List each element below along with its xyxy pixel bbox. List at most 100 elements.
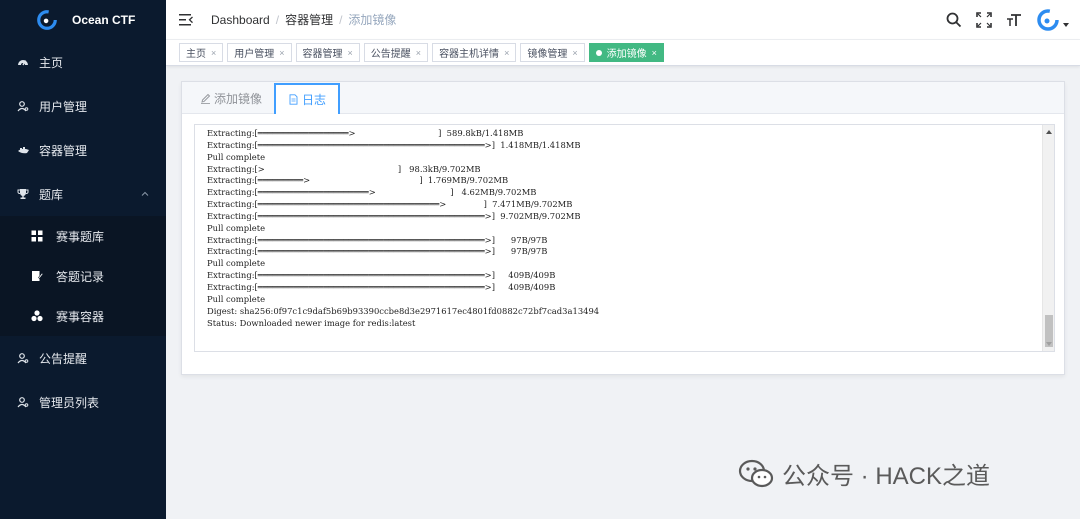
- tag-label: 容器主机详情: [439, 49, 500, 60]
- log-line: Pull complete: [207, 293, 266, 304]
- sidebar-item-event-questions[interactable]: 赛事题库: [0, 216, 166, 256]
- sidebar-item-label: 容器管理: [39, 143, 88, 158]
- sidebar-item-users[interactable]: 用户管理: [0, 84, 166, 128]
- scroll-down-icon[interactable]: [1045, 340, 1053, 348]
- sidebar-item-label: 赛事题库: [56, 229, 105, 244]
- cluster-icon: [30, 309, 44, 323]
- tag-add-image[interactable]: 添加镜像 ×: [588, 43, 664, 62]
- log-line: Pull complete: [207, 151, 266, 162]
- sidebar-menu: 主页 用户管理 容器管理 题库: [0, 40, 166, 216]
- dashboard-icon: [16, 55, 30, 69]
- sidebar-item-label: 赛事容器: [56, 309, 105, 324]
- font-size-icon[interactable]: [1006, 12, 1022, 28]
- chevron-up-icon: [141, 191, 149, 196]
- tab-label: 日志: [302, 93, 327, 107]
- log-lines: Extracting:[══════════════════> ] 589.8k…: [195, 125, 1054, 329]
- search-icon[interactable]: [946, 12, 962, 28]
- log-line: Status: Downloaded newer image for redis…: [207, 317, 416, 328]
- container-icon: [16, 143, 30, 157]
- breadcrumb-separator: /: [275, 12, 280, 27]
- tag-label: 用户管理: [234, 49, 275, 60]
- tab-add-image[interactable]: 添加镜像: [188, 83, 274, 113]
- breadcrumb-current: 添加镜像: [348, 13, 397, 27]
- tabs-bar: 添加镜像 日志: [182, 82, 1064, 114]
- tab-log[interactable]: 日志: [274, 83, 341, 114]
- close-icon[interactable]: ×: [211, 48, 216, 58]
- breadcrumb-container-management[interactable]: 容器管理: [285, 11, 333, 28]
- tag-home[interactable]: 主页 ×: [179, 43, 224, 62]
- close-icon[interactable]: ×: [504, 48, 509, 58]
- avatar[interactable]: [1036, 8, 1060, 32]
- tag-containers[interactable]: 容器管理 ×: [295, 43, 360, 62]
- tag-label: 主页: [186, 49, 206, 60]
- active-dot-icon: [595, 49, 602, 56]
- caret-down-icon[interactable]: [1062, 21, 1070, 29]
- sidebar-item-announcements[interactable]: 公告提醒: [0, 336, 166, 380]
- sidebar-item-label: 题库: [39, 187, 64, 202]
- fullscreen-icon[interactable]: [976, 12, 992, 28]
- close-icon[interactable]: ×: [572, 48, 577, 58]
- tag-container-host-detail[interactable]: 容器主机详情 ×: [432, 43, 517, 62]
- ocean-logo-icon: [37, 10, 57, 30]
- log-line: Extracting:[════════════════════════════…: [207, 281, 556, 292]
- top-navbar: Dashboard / 容器管理 / 添加镜像: [166, 0, 1080, 40]
- tags-view: 主页 × 用户管理 × 容器管理 × 公告提醒 × 容器主机详情 × 镜像管理 …: [166, 40, 1080, 66]
- sidebar-item-label: 管理员列表: [39, 395, 100, 410]
- log-line: Extracting:[> ] 98.3kB/9.702MB: [207, 163, 481, 174]
- sidebar-item-admins[interactable]: 管理员列表: [0, 380, 166, 424]
- close-icon[interactable]: ×: [416, 48, 421, 58]
- log-line: Extracting:[════════════════════════════…: [207, 139, 581, 150]
- log-line: Extracting:[══════════════════════> ] 4.…: [207, 187, 537, 198]
- edit-icon: [201, 93, 211, 104]
- log-line: Extracting:[════════════════════════════…: [207, 270, 556, 281]
- sidebar-item-label: 用户管理: [39, 99, 88, 114]
- tag-label: 容器管理: [302, 49, 343, 60]
- tag-label: 镜像管理: [527, 49, 568, 60]
- grid-icon: [30, 229, 44, 243]
- close-icon[interactable]: ×: [652, 48, 657, 58]
- trophy-icon: [16, 187, 30, 201]
- close-icon[interactable]: ×: [279, 48, 284, 58]
- tag-image-management[interactable]: 镜像管理 ×: [520, 43, 585, 62]
- sidebar-item-home[interactable]: 主页: [0, 40, 166, 84]
- sidebar-submenu-question-bank: 赛事题库 答题记录 赛事容器: [0, 216, 166, 336]
- user-icon: [16, 99, 30, 113]
- log-line: Extracting:[════════════════════════════…: [207, 234, 548, 245]
- sidebar-item-label: 主页: [39, 55, 64, 70]
- sidebar-item-answer-records[interactable]: 答题记录: [0, 256, 166, 296]
- tag-label: 公告提醒: [370, 49, 411, 60]
- wechat-icon: [738, 459, 774, 487]
- log-line: Extracting:[═════════> ] 1.769MB/9.702MB: [207, 175, 509, 186]
- tag-announcements[interactable]: 公告提醒 ×: [363, 43, 429, 62]
- sidebar-item-event-containers[interactable]: 赛事容器: [0, 296, 166, 336]
- log-scrollbar[interactable]: [1042, 125, 1054, 351]
- sidebar-item-containers[interactable]: 容器管理: [0, 128, 166, 172]
- log-output[interactable]: Extracting:[══════════════════> ] 589.8k…: [194, 124, 1055, 352]
- document-icon: [289, 94, 298, 105]
- breadcrumb-dashboard[interactable]: Dashboard: [211, 13, 270, 27]
- scroll-up-icon[interactable]: [1045, 128, 1053, 136]
- user-icon: [16, 351, 30, 365]
- log-line: Digest: sha256:0f97c1c9daf5b69b93390ccbe…: [207, 305, 600, 316]
- log-line: Extracting:[════════════════════════════…: [207, 199, 573, 210]
- main-card: 添加镜像 日志 Extracting:[══════════════════> …: [181, 81, 1065, 375]
- app-name: Ocean CTF: [72, 13, 136, 27]
- user-icon: [16, 395, 30, 409]
- sidebar: Ocean CTF 主页 用户管理 容器管理 题库 赛事题库 答题记录 赛事容器…: [0, 0, 166, 519]
- close-icon[interactable]: ×: [348, 48, 353, 58]
- app-logo[interactable]: Ocean CTF: [0, 0, 166, 40]
- log-line: Extracting:[══════════════════> ] 589.8k…: [207, 128, 524, 138]
- log-line: Pull complete: [207, 258, 266, 269]
- breadcrumb-separator: /: [339, 12, 343, 27]
- edit-doc-icon: [30, 269, 44, 283]
- watermark: 公众号 · HACK之道: [738, 456, 990, 491]
- sidebar-menu-bottom: 公告提醒 管理员列表: [0, 336, 166, 424]
- sidebar-item-question-bank[interactable]: 题库: [0, 172, 166, 216]
- watermark-text: 公众号 · HACK之道: [782, 463, 991, 490]
- header-actions: [932, 0, 1070, 40]
- sidebar-item-label: 公告提醒: [39, 351, 88, 366]
- log-line: Extracting:[════════════════════════════…: [207, 246, 548, 257]
- menu-toggle-icon[interactable]: [179, 13, 193, 27]
- tag-users[interactable]: 用户管理 ×: [227, 43, 292, 62]
- tag-label: 添加镜像: [606, 49, 647, 60]
